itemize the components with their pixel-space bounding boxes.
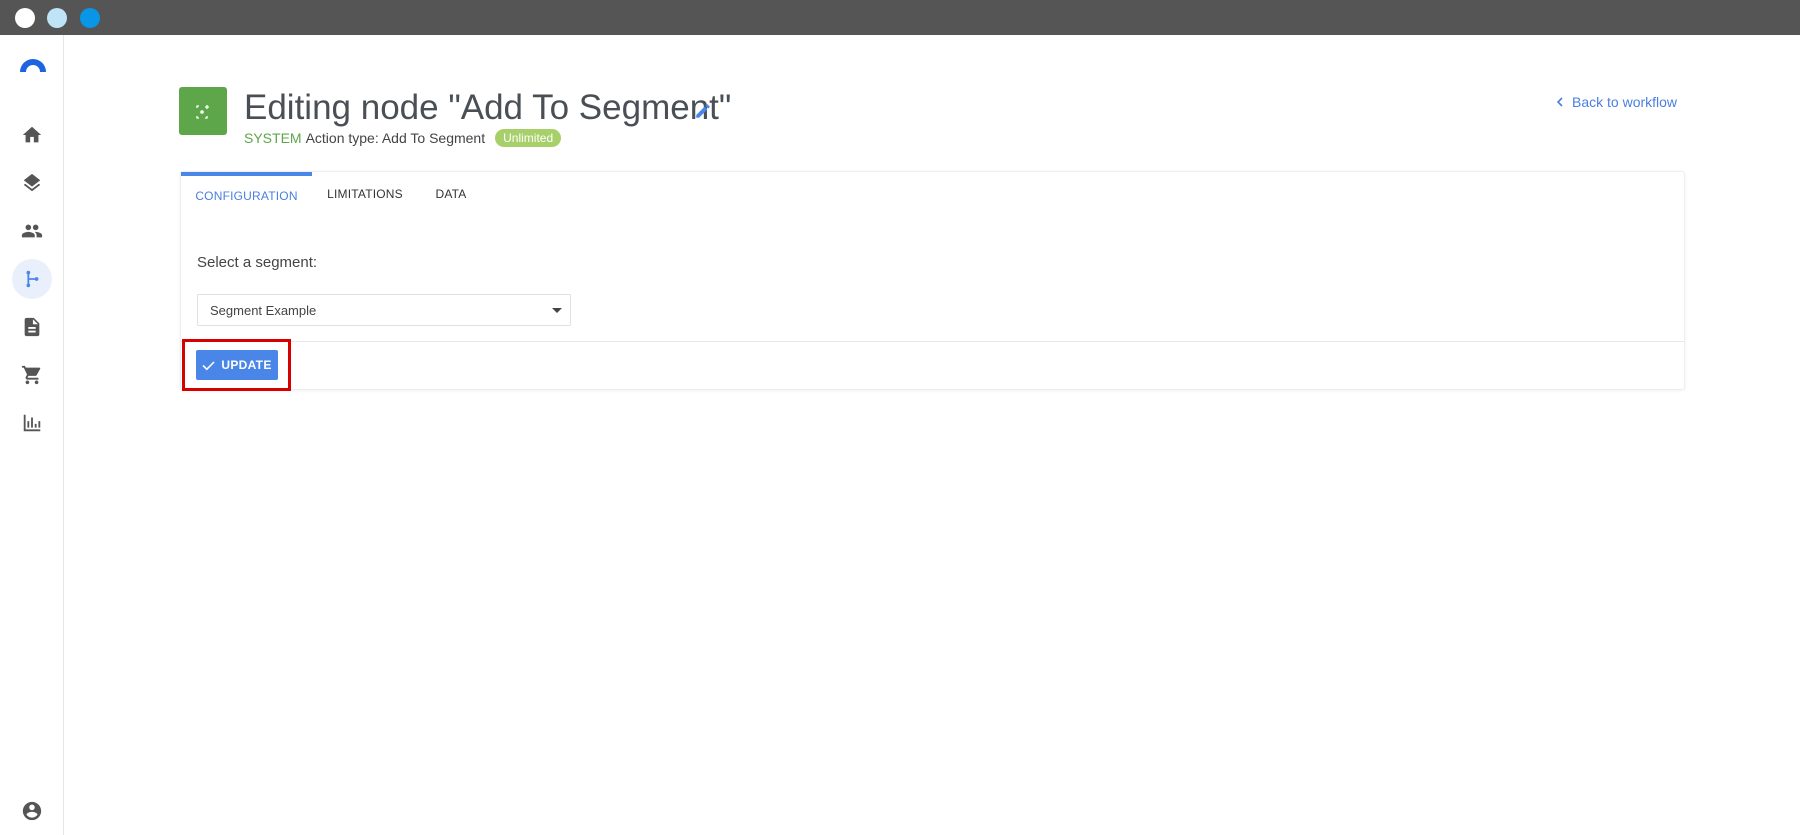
sidebar-item-workflow[interactable] <box>12 259 52 299</box>
sidebar-item-reports[interactable] <box>12 403 52 443</box>
tab-data[interactable]: DATA <box>421 172 481 216</box>
update-button[interactable]: UPDATE <box>196 350 278 380</box>
system-label: SYSTEM <box>244 130 302 146</box>
window-titlebar <box>0 0 1800 35</box>
card-divider <box>181 341 1684 342</box>
sidebar <box>0 35 64 835</box>
tab-limitations[interactable]: LIMITATIONS <box>315 172 415 216</box>
back-link-label: Back to workflow <box>1572 94 1678 110</box>
node-config-card: CONFIGURATION LIMITATIONS DATA Select a … <box>180 171 1685 390</box>
node-meta: SYSTEM Action type: Add To Segment Unlim… <box>244 129 562 147</box>
app-logo[interactable] <box>18 55 48 73</box>
update-button-label: UPDATE <box>221 358 272 372</box>
action-type-label: Action type: Add To Segment <box>305 130 486 146</box>
add-to-segment-icon <box>196 105 209 119</box>
sidebar-item-cart[interactable] <box>12 355 52 395</box>
back-to-workflow-link[interactable]: Back to workflow <box>1556 94 1677 110</box>
people-icon <box>21 224 43 238</box>
segment-select[interactable]: Segment Example <box>197 294 571 326</box>
window-maximize-button[interactable] <box>80 8 100 28</box>
sidebar-item-documents[interactable] <box>12 307 52 347</box>
checkmark-icon <box>202 360 215 370</box>
document-icon <box>24 317 40 337</box>
segment-field-label: Select a segment: <box>197 254 318 271</box>
sidebar-item-home[interactable] <box>12 115 52 155</box>
sidebar-item-account[interactable] <box>12 791 52 831</box>
chevron-left-icon <box>1556 97 1563 107</box>
tab-configuration[interactable]: CONFIGURATION <box>181 172 312 216</box>
segment-select-value: Segment Example <box>210 302 317 318</box>
window-close-button[interactable] <box>15 8 35 28</box>
layers-icon <box>23 173 41 192</box>
workflow-icon <box>26 270 39 288</box>
cart-icon <box>21 365 41 385</box>
limit-badge: Unlimited <box>495 129 562 147</box>
sidebar-item-layers[interactable] <box>12 163 52 203</box>
caret-down-icon <box>552 308 562 313</box>
node-type-icon <box>179 87 227 135</box>
edit-title-icon[interactable] <box>694 102 712 120</box>
sidebar-item-people[interactable] <box>12 211 52 251</box>
page-title: Editing node "Add To Segment" <box>244 88 732 127</box>
window-minimize-button[interactable] <box>47 8 67 28</box>
home-icon <box>22 126 42 143</box>
account-icon <box>22 801 42 821</box>
bar-chart-icon <box>23 414 41 432</box>
